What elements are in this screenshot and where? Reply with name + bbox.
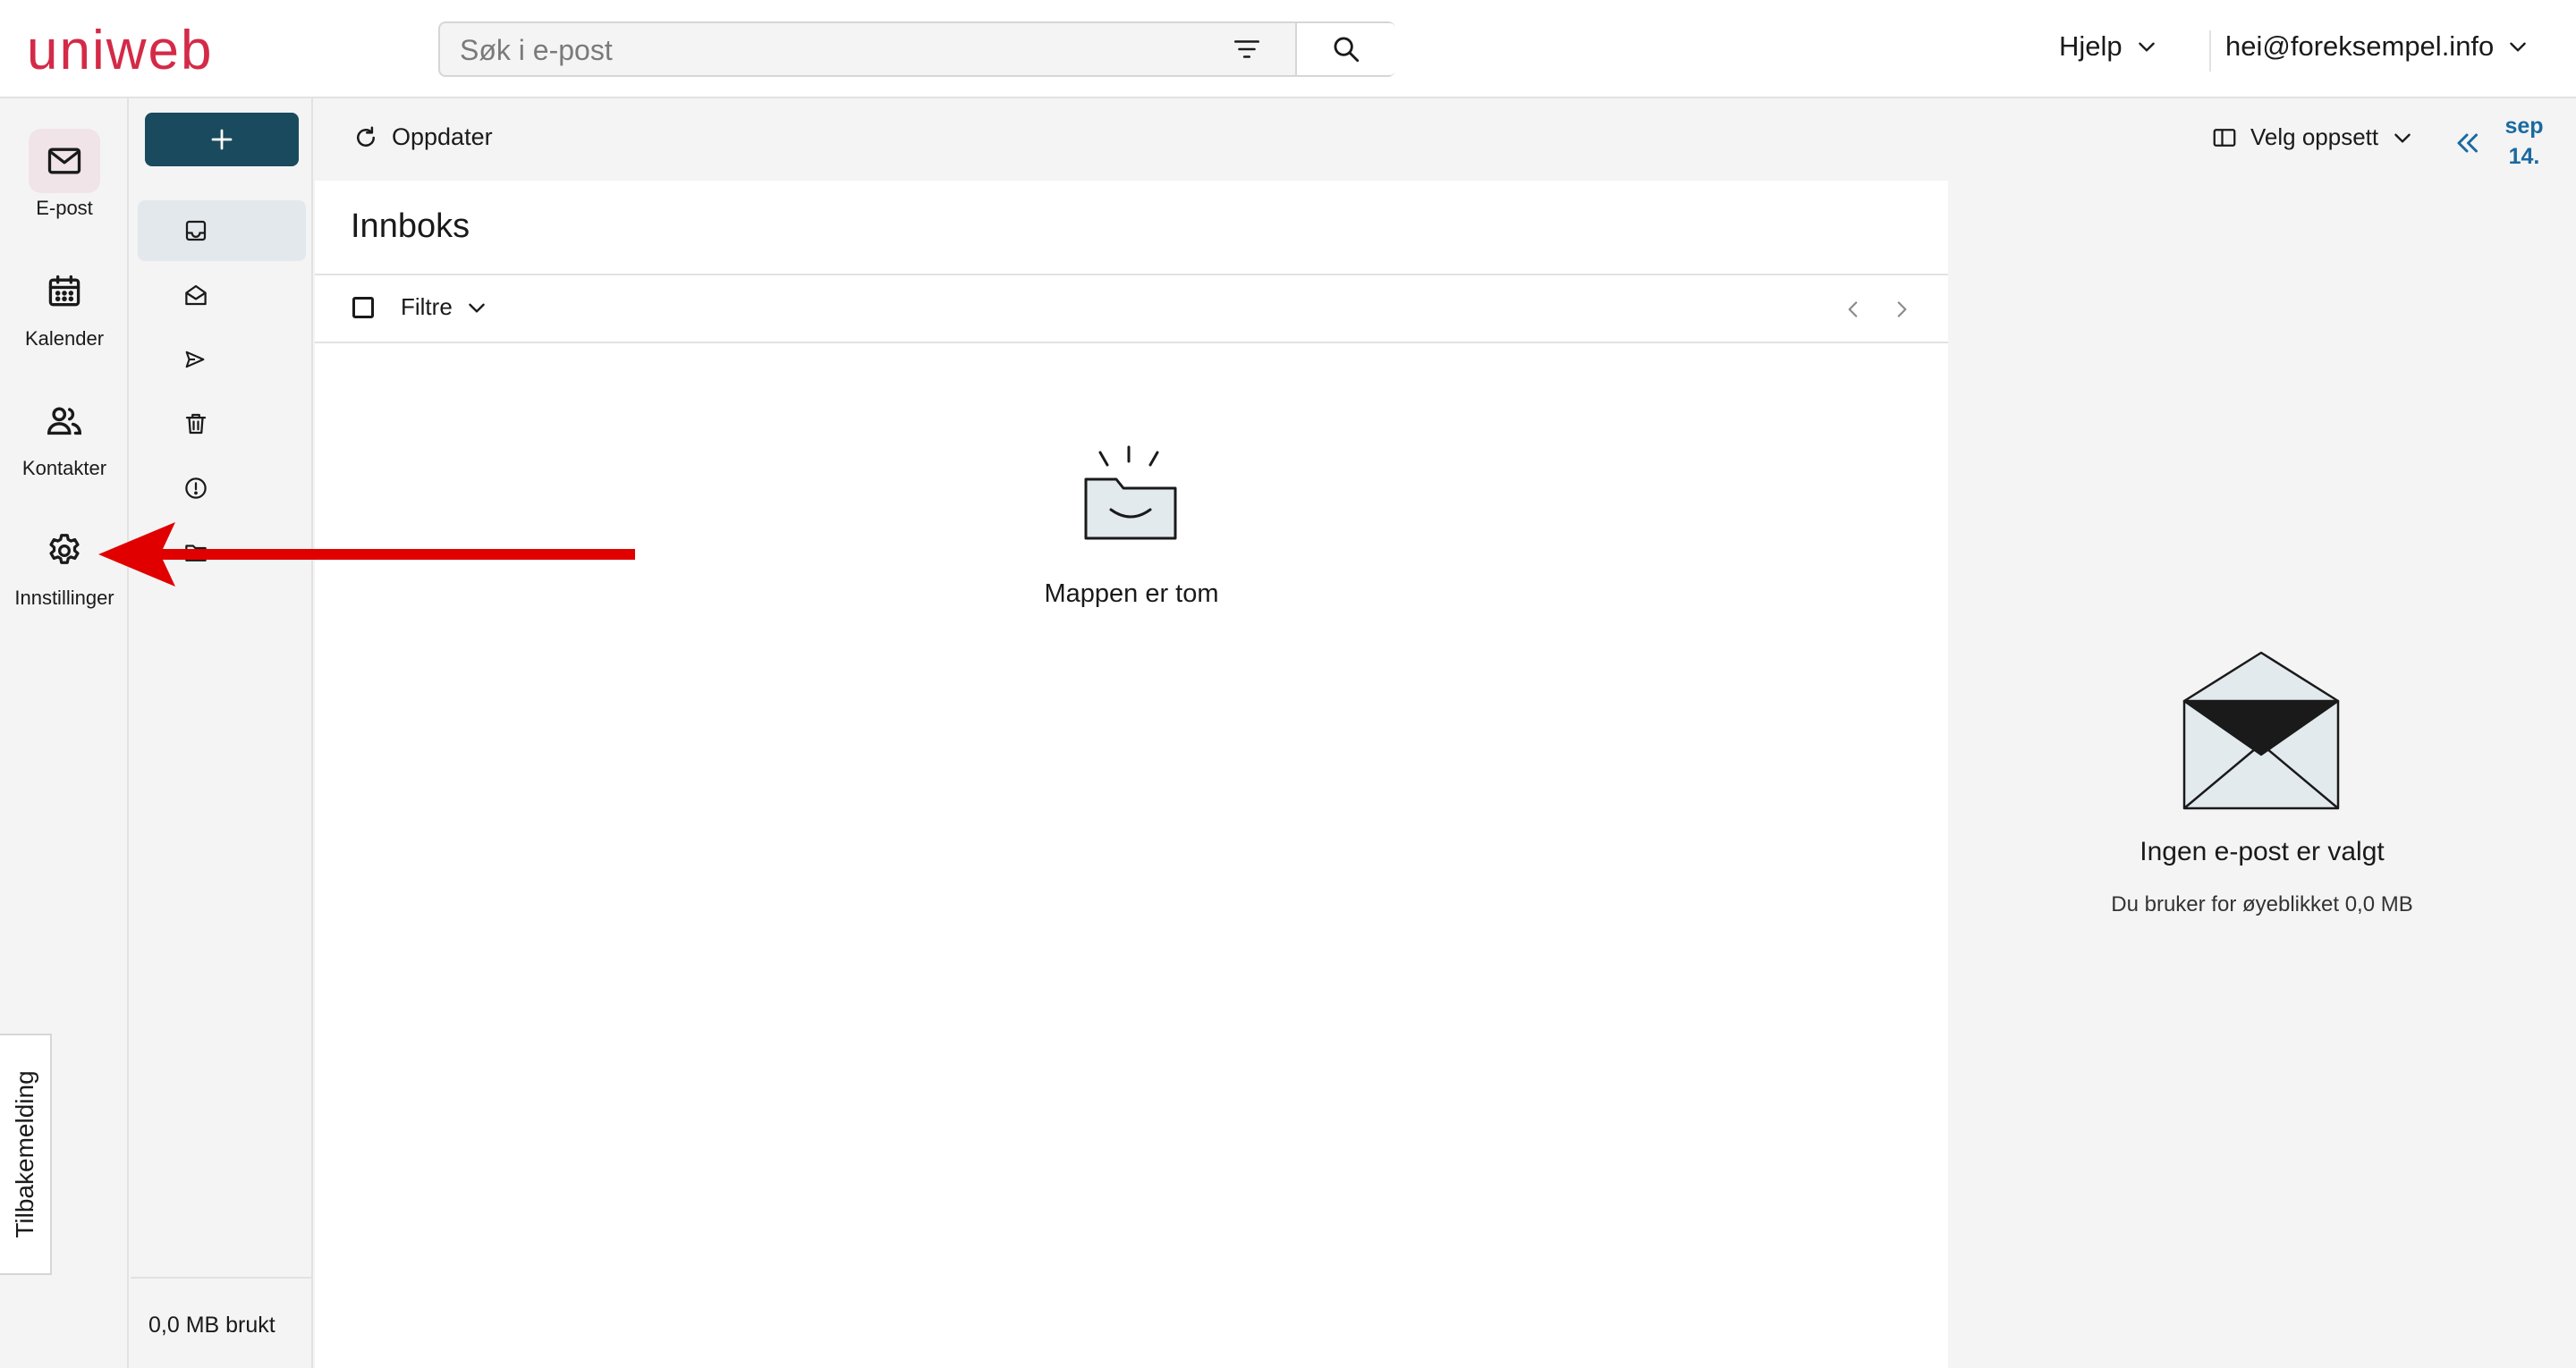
chevron-right-icon <box>1897 301 1907 317</box>
folder-spam[interactable] <box>138 458 306 519</box>
trash-icon <box>185 413 207 435</box>
calendar-icon <box>48 274 80 307</box>
layout-label: Velg oppsett <box>2250 123 2379 150</box>
chevron-down-icon <box>2394 133 2411 143</box>
nav-icon-wrap <box>29 129 100 193</box>
previous-page-button[interactable] <box>1835 291 1871 327</box>
chevron-down-icon <box>2138 42 2155 52</box>
search-button[interactable] <box>1295 23 1395 75</box>
red-arrow-annotation <box>98 522 635 587</box>
folder-title: Innboks <box>351 207 470 245</box>
filter-row: Filtre <box>315 275 1948 342</box>
filter-dropdown[interactable]: Filtre <box>401 293 488 321</box>
search-input[interactable] <box>458 23 1195 77</box>
feedback-tab[interactable]: Tilbakemelding <box>0 1034 52 1275</box>
date-label[interactable]: sep 14. <box>2492 111 2556 172</box>
storage-usage-text: Du bruker for øyeblikket 0,0 MB <box>2111 892 2413 916</box>
next-page-button[interactable] <box>1884 291 1919 327</box>
folder-inbox[interactable] <box>138 200 306 261</box>
envelope-icon <box>47 148 81 174</box>
message-list-panel: Innboks Filtre Mappen er tom <box>315 181 1948 1368</box>
date-day: 14. <box>2508 144 2540 169</box>
nav-icon-wrap <box>29 389 100 453</box>
account-email: hei@foreksempel.info <box>2225 30 2495 62</box>
search-filter-button[interactable] <box>1209 23 1284 75</box>
uniweb-logo[interactable]: uniweb <box>27 20 213 82</box>
header-divider <box>2209 30 2211 72</box>
gear-icon <box>49 534 80 564</box>
nav-label: Kalender <box>24 327 105 350</box>
send-icon <box>185 350 205 368</box>
top-bar: uniweb Hjelp hei@foreksempel.info <box>0 0 2576 98</box>
folder-sent[interactable] <box>138 329 306 390</box>
refresh-icon <box>357 126 375 147</box>
refresh-label: Oppdater <box>392 123 493 150</box>
nav-icon-wrap <box>29 519 100 583</box>
double-chevron-left-icon[interactable] <box>2451 127 2483 159</box>
arrow-head <box>98 522 635 587</box>
select-all-checkbox[interactable] <box>352 297 374 318</box>
nav-icon-wrap <box>29 259 100 324</box>
storage-divider <box>131 1277 311 1279</box>
nav-item-email[interactable]: E-post <box>0 129 129 220</box>
alert-circle-icon <box>185 477 207 499</box>
split-layout-icon <box>2213 128 2236 147</box>
layout-select[interactable]: Velg oppsett <box>2211 123 2414 151</box>
folder-read[interactable] <box>138 265 306 325</box>
no-mail-title: Ingen e-post er valgt <box>2140 837 2385 866</box>
feedback-label: Tilbakemelding <box>11 1070 38 1238</box>
refresh-button[interactable]: Oppdater <box>352 123 493 151</box>
folder-trash[interactable] <box>138 393 306 454</box>
help-menu[interactable]: Hjelp <box>2059 30 2158 63</box>
plus-icon <box>211 129 233 150</box>
inbox-tray-icon <box>185 220 207 241</box>
nav-item-calendar[interactable]: Kalender <box>0 259 129 350</box>
folder-column: 0,0 MB brukt <box>131 98 313 1368</box>
compose-button[interactable] <box>145 113 299 166</box>
nav-item-contacts[interactable]: Kontakter <box>0 389 129 480</box>
chevron-down-icon <box>2510 42 2527 52</box>
filter-lines-icon <box>1233 40 1260 58</box>
search-box <box>438 21 1395 77</box>
contacts-icon <box>47 407 81 435</box>
date-month: sep <box>2504 114 2544 139</box>
help-label: Hjelp <box>2059 30 2123 62</box>
open-envelope-illustration-icon <box>2182 651 2340 810</box>
nav-label: Kontakter <box>21 457 107 479</box>
account-menu[interactable]: hei@foreksempel.info <box>2225 30 2529 63</box>
filter-label: Filtre <box>401 293 453 320</box>
magnifier-icon <box>1334 37 1360 63</box>
chevron-down-icon <box>469 303 485 313</box>
storage-used: 0,0 MB brukt <box>148 1313 275 1338</box>
open-envelope-icon <box>185 284 207 306</box>
nav-label: E-post <box>36 197 93 219</box>
list-divider <box>315 342 1948 343</box>
chevron-left-icon <box>1848 301 1858 317</box>
empty-folder-icon <box>1084 445 1177 540</box>
